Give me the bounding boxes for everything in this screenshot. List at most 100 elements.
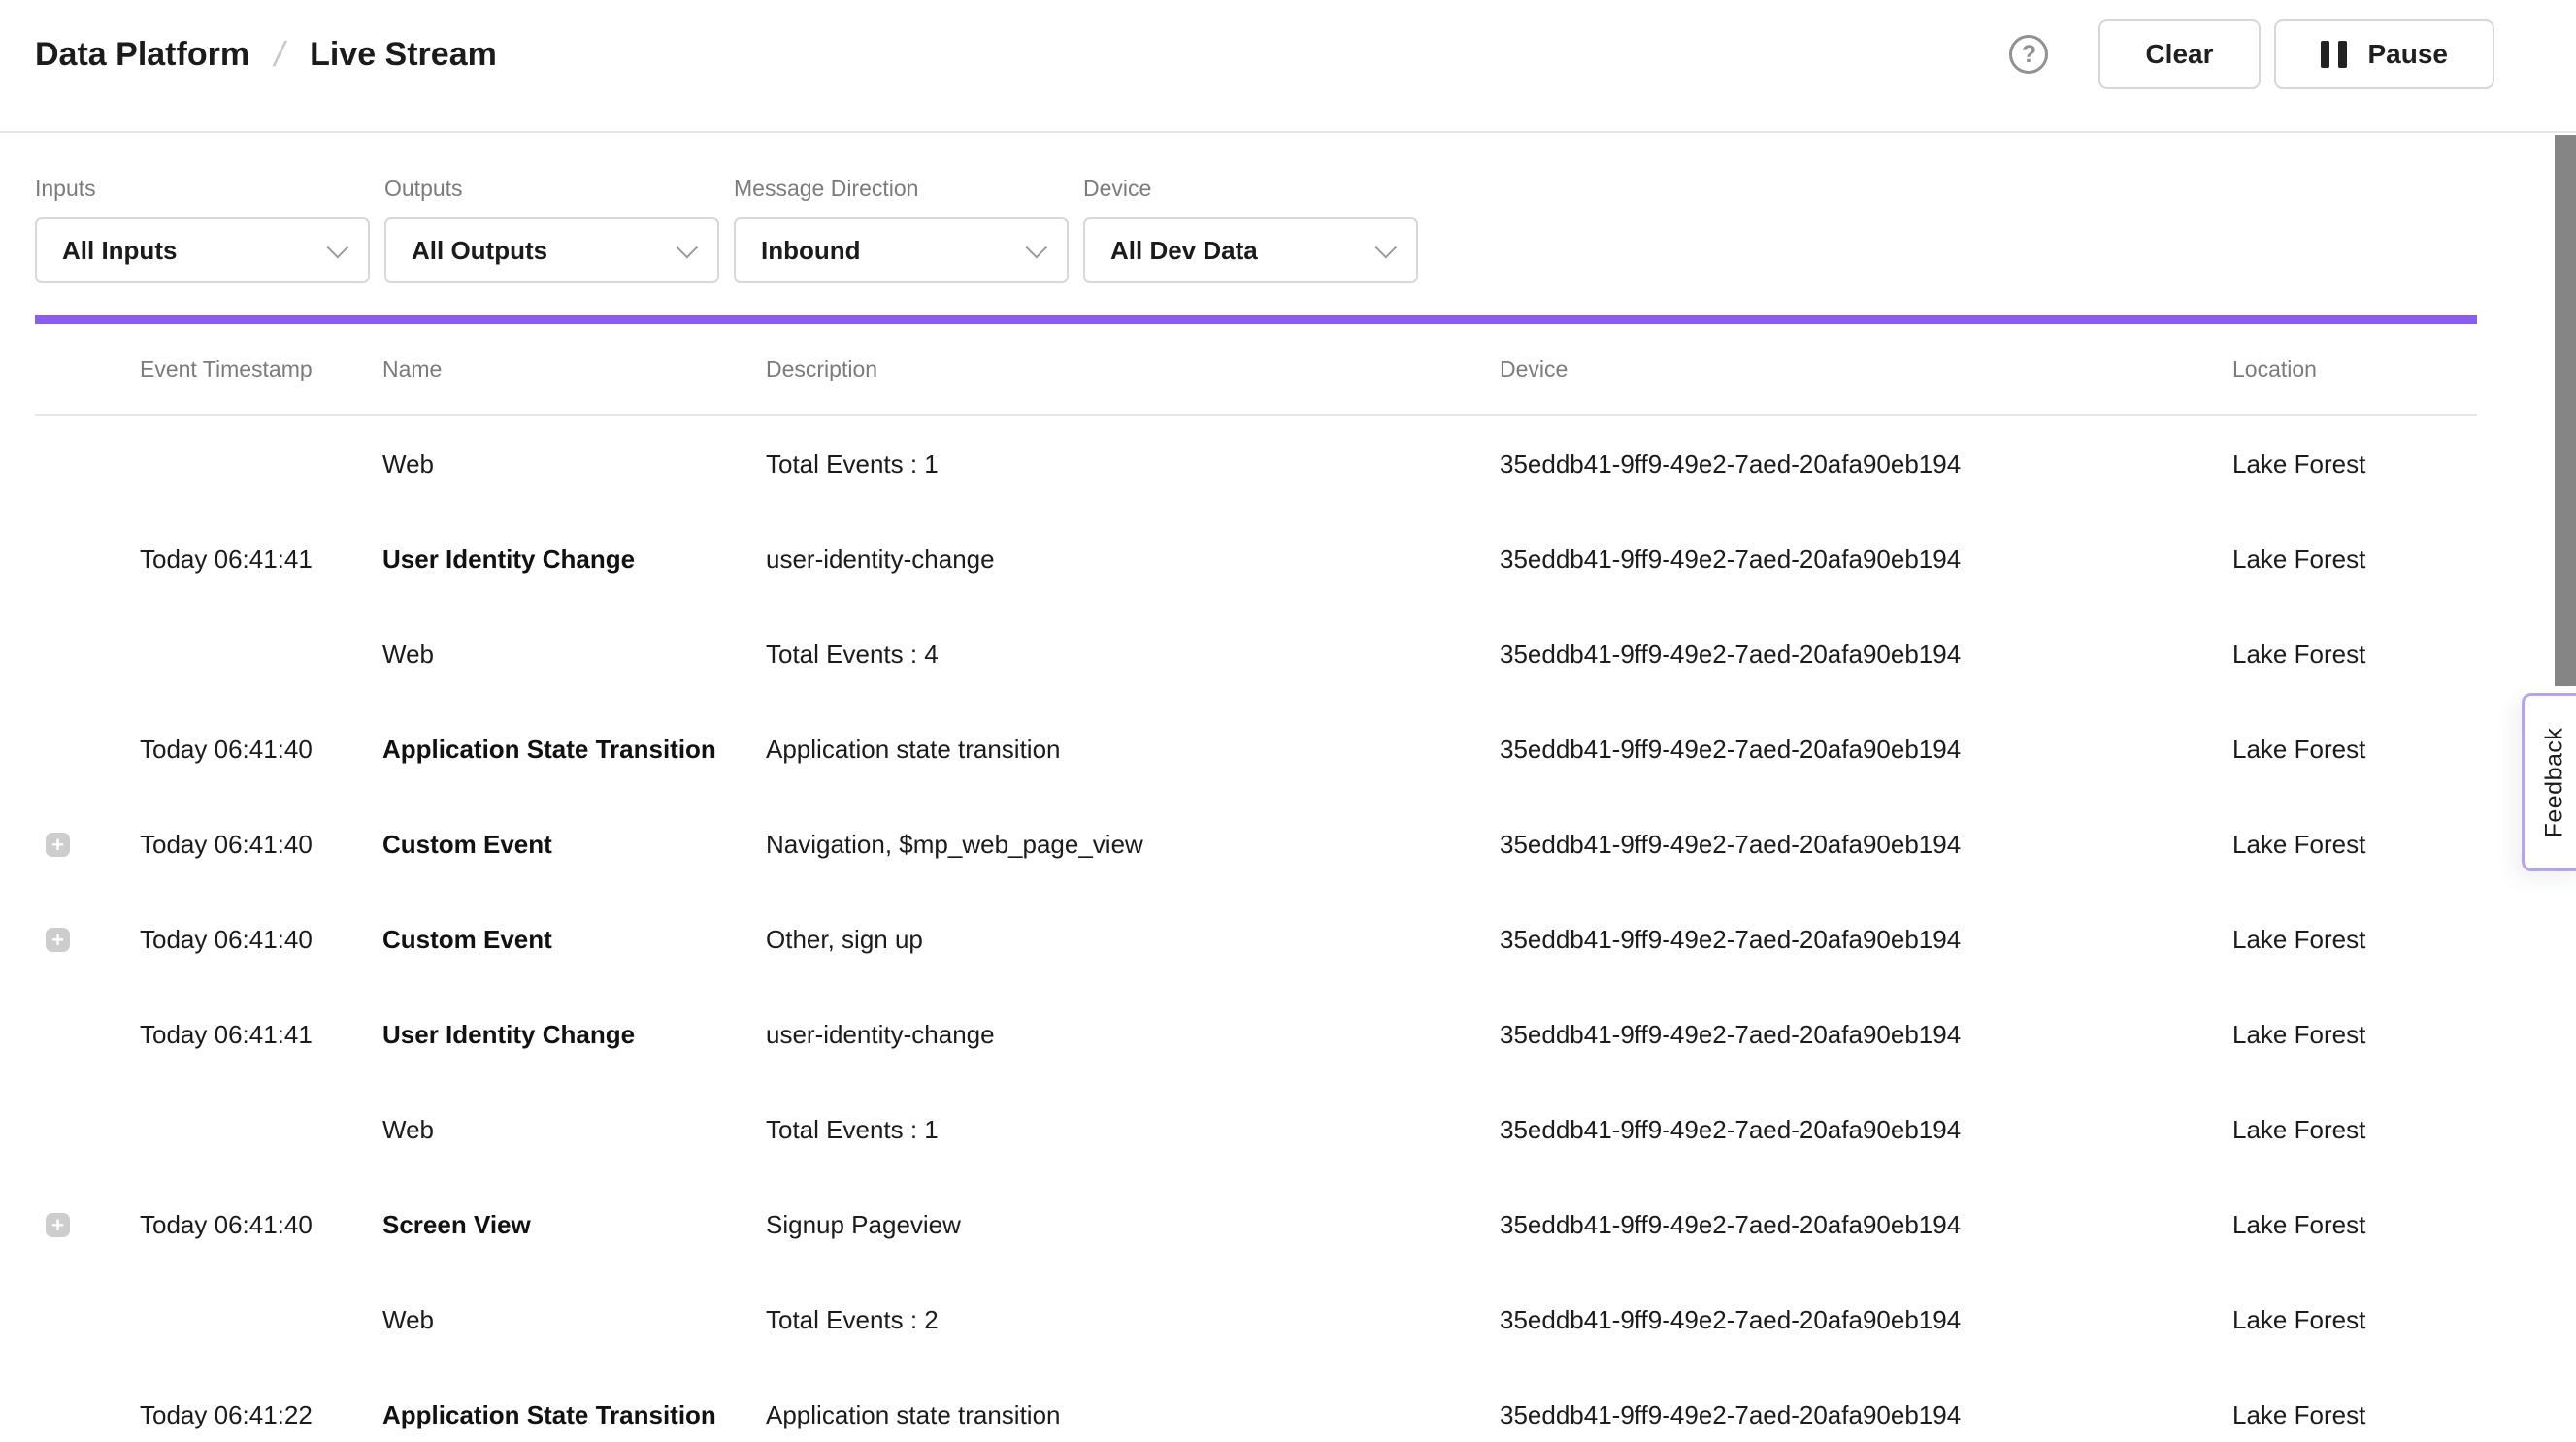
breadcrumb-data-platform[interactable]: Data Platform — [35, 36, 249, 74]
feedback-tab-label: Feedback — [2541, 727, 2569, 837]
event-timestamp: Today 06:41:40 — [140, 735, 382, 765]
event-name: Web — [382, 1115, 766, 1145]
table-row[interactable]: Web Total Events : 2 35eddb41-9ff9-49e2-… — [35, 1272, 2477, 1367]
help-icon[interactable]: ? — [2009, 35, 2048, 74]
event-description: Total Events : 2 — [766, 1305, 1500, 1335]
event-device: 35eddb41-9ff9-49e2-7aed-20afa90eb194 — [1500, 1400, 2232, 1430]
device-dropdown-value: All Dev Data — [1110, 236, 1258, 266]
chevron-down-icon — [327, 237, 349, 259]
expand-cell — [35, 1118, 140, 1142]
breadcrumb: Data Platform / Live Stream — [35, 19, 497, 89]
event-name: Custom Event — [382, 830, 766, 860]
event-device: 35eddb41-9ff9-49e2-7aed-20afa90eb194 — [1500, 1020, 2232, 1050]
table-row[interactable]: + Today 06:41:40 Custom Event Other, sig… — [35, 892, 2477, 987]
event-timestamp: Today 06:41:40 — [140, 1210, 382, 1240]
column-header-location: Location — [2232, 356, 2477, 382]
vertical-scrollbar-thumb[interactable] — [2555, 135, 2576, 686]
event-location: Lake Forest — [2232, 544, 2477, 574]
table-row[interactable]: + Today 06:41:40 Custom Event Navigation… — [35, 797, 2477, 892]
filter-inputs: Inputs All Inputs — [35, 176, 370, 283]
event-description: user-identity-change — [766, 544, 1500, 574]
accent-divider — [35, 315, 2477, 324]
expand-cell — [35, 737, 140, 762]
table-header-row: Event Timestamp Name Description Device … — [35, 324, 2477, 416]
chevron-down-icon — [677, 237, 699, 259]
event-device: 35eddb41-9ff9-49e2-7aed-20afa90eb194 — [1500, 544, 2232, 574]
events-table: Event Timestamp Name Description Device … — [35, 324, 2477, 1442]
expand-plus-icon[interactable]: + — [46, 928, 70, 952]
expand-plus-icon[interactable]: + — [46, 1213, 70, 1237]
event-device: 35eddb41-9ff9-49e2-7aed-20afa90eb194 — [1500, 1305, 2232, 1335]
expand-plus-icon[interactable]: + — [46, 833, 70, 857]
event-timestamp: Today 06:41:40 — [140, 830, 382, 860]
event-timestamp: Today 06:41:22 — [140, 1400, 382, 1430]
outputs-dropdown-value: All Outputs — [412, 236, 547, 266]
filter-outputs-label: Outputs — [384, 176, 719, 202]
header-actions: ? Clear Pause — [2009, 19, 2494, 89]
expand-cell: + — [35, 833, 140, 857]
outputs-dropdown[interactable]: All Outputs — [384, 217, 719, 283]
filter-message-direction: Message Direction Inbound — [734, 176, 1069, 283]
event-location: Lake Forest — [2232, 735, 2477, 765]
event-description: Other, sign up — [766, 925, 1500, 955]
table-row[interactable]: Web Total Events : 1 35eddb41-9ff9-49e2-… — [35, 416, 2477, 511]
event-name: Web — [382, 449, 766, 479]
filter-device: Device All Dev Data — [1083, 176, 1418, 283]
event-name: Web — [382, 1305, 766, 1335]
chevron-down-icon — [1026, 237, 1048, 259]
event-description: user-identity-change — [766, 1020, 1500, 1050]
event-description: Total Events : 1 — [766, 1115, 1500, 1145]
event-location: Lake Forest — [2232, 449, 2477, 479]
pause-button[interactable]: Pause — [2274, 19, 2495, 89]
event-name: Application State Transition — [382, 1400, 766, 1430]
message-direction-dropdown-value: Inbound — [761, 236, 861, 266]
event-name: Custom Event — [382, 925, 766, 955]
page-title: Live Stream — [310, 36, 497, 74]
table-row[interactable]: + Today 06:41:40 Screen View Signup Page… — [35, 1177, 2477, 1272]
event-name: User Identity Change — [382, 544, 766, 574]
device-dropdown[interactable]: All Dev Data — [1083, 217, 1418, 283]
event-name: Screen View — [382, 1210, 766, 1240]
table-row[interactable]: Web Total Events : 4 35eddb41-9ff9-49e2-… — [35, 606, 2477, 702]
table-row[interactable]: Today 06:41:41 User Identity Change user… — [35, 987, 2477, 1082]
table-row[interactable]: Web Total Events : 1 35eddb41-9ff9-49e2-… — [35, 1082, 2477, 1177]
event-description: Application state transition — [766, 1400, 1500, 1430]
event-location: Lake Forest — [2232, 1020, 2477, 1050]
table-row[interactable]: Today 06:41:40 Application State Transit… — [35, 702, 2477, 797]
expand-cell — [35, 1308, 140, 1332]
column-header-description: Description — [766, 356, 1500, 382]
filter-bar: Inputs All Inputs Outputs All Outputs Me… — [0, 133, 2576, 283]
event-description: Application state transition — [766, 735, 1500, 765]
table-row[interactable]: Today 06:41:22 Application State Transit… — [35, 1367, 2477, 1442]
event-location: Lake Forest — [2232, 925, 2477, 955]
feedback-tab[interactable]: Feedback — [2522, 693, 2576, 871]
event-timestamp: Today 06:41:40 — [140, 925, 382, 955]
event-device: 35eddb41-9ff9-49e2-7aed-20afa90eb194 — [1500, 639, 2232, 670]
chevron-down-icon — [1375, 237, 1398, 259]
pause-icon — [2321, 41, 2347, 68]
event-timestamp: Today 06:41:41 — [140, 544, 382, 574]
event-device: 35eddb41-9ff9-49e2-7aed-20afa90eb194 — [1500, 449, 2232, 479]
expand-cell — [35, 642, 140, 667]
event-description: Navigation, $mp_web_page_view — [766, 830, 1500, 860]
event-device: 35eddb41-9ff9-49e2-7aed-20afa90eb194 — [1500, 1210, 2232, 1240]
inputs-dropdown[interactable]: All Inputs — [35, 217, 370, 283]
clear-button[interactable]: Clear — [2098, 19, 2260, 89]
filter-outputs: Outputs All Outputs — [384, 176, 719, 283]
event-timestamp: Today 06:41:41 — [140, 1020, 382, 1050]
table-body: Web Total Events : 1 35eddb41-9ff9-49e2-… — [35, 416, 2477, 1442]
event-description: Total Events : 4 — [766, 639, 1500, 670]
breadcrumb-separator: / — [271, 34, 289, 75]
inputs-dropdown-value: All Inputs — [62, 236, 177, 266]
event-device: 35eddb41-9ff9-49e2-7aed-20afa90eb194 — [1500, 735, 2232, 765]
message-direction-dropdown[interactable]: Inbound — [734, 217, 1069, 283]
pause-button-label: Pause — [2368, 39, 2449, 70]
event-name: Application State Transition — [382, 735, 766, 765]
event-location: Lake Forest — [2232, 830, 2477, 860]
table-row[interactable]: Today 06:41:41 User Identity Change user… — [35, 511, 2477, 606]
filter-inputs-label: Inputs — [35, 176, 370, 202]
event-device: 35eddb41-9ff9-49e2-7aed-20afa90eb194 — [1500, 925, 2232, 955]
expand-cell — [35, 1403, 140, 1427]
event-location: Lake Forest — [2232, 1210, 2477, 1240]
event-device: 35eddb41-9ff9-49e2-7aed-20afa90eb194 — [1500, 1115, 2232, 1145]
